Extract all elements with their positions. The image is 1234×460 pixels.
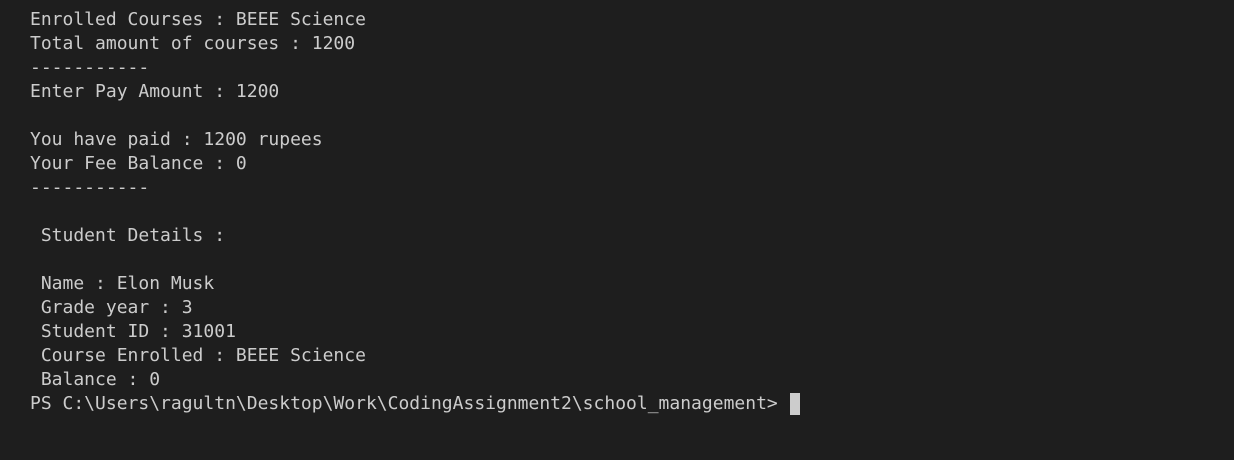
output-line-student-id: Student ID : 31001 xyxy=(30,321,236,342)
output-blank-line xyxy=(30,104,1234,128)
output-line-fee-balance: Your Fee Balance : 0 xyxy=(30,153,247,174)
output-line-you-have-paid: You have paid : 1200 rupees xyxy=(30,129,323,150)
output-line-student-name: Name : Elon Musk xyxy=(30,273,215,294)
command-prompt-line[interactable]: PS C:\Users\ragultn\Desktop\Work\CodingA… xyxy=(30,392,1234,416)
text-cursor xyxy=(789,393,800,415)
output-line-course-enrolled: Course Enrolled : BEEE Science xyxy=(30,345,366,366)
output-line-student-details-heading: Student Details : xyxy=(30,225,226,246)
powershell-prompt: PS C:\Users\ragultn\Desktop\Work\CodingA… xyxy=(30,393,778,414)
output-line-grade-year: Grade year : 3 xyxy=(30,297,193,318)
output-blank-line xyxy=(30,248,1234,272)
output-separator: ----------- xyxy=(30,57,150,78)
output-line-enrolled-courses: Enrolled Courses : BEEE Science xyxy=(30,9,366,30)
output-line-balance: Balance : 0 xyxy=(30,369,161,390)
output-line-enter-pay-amount: Enter Pay Amount : 1200 xyxy=(30,81,280,102)
terminal-output[interactable]: Enrolled Courses : BEEE Science Total am… xyxy=(0,0,1234,460)
output-line-total-amount: Total amount of courses : 1200 xyxy=(30,33,356,54)
output-blank-line xyxy=(30,200,1234,224)
output-separator: ----------- xyxy=(30,177,150,198)
